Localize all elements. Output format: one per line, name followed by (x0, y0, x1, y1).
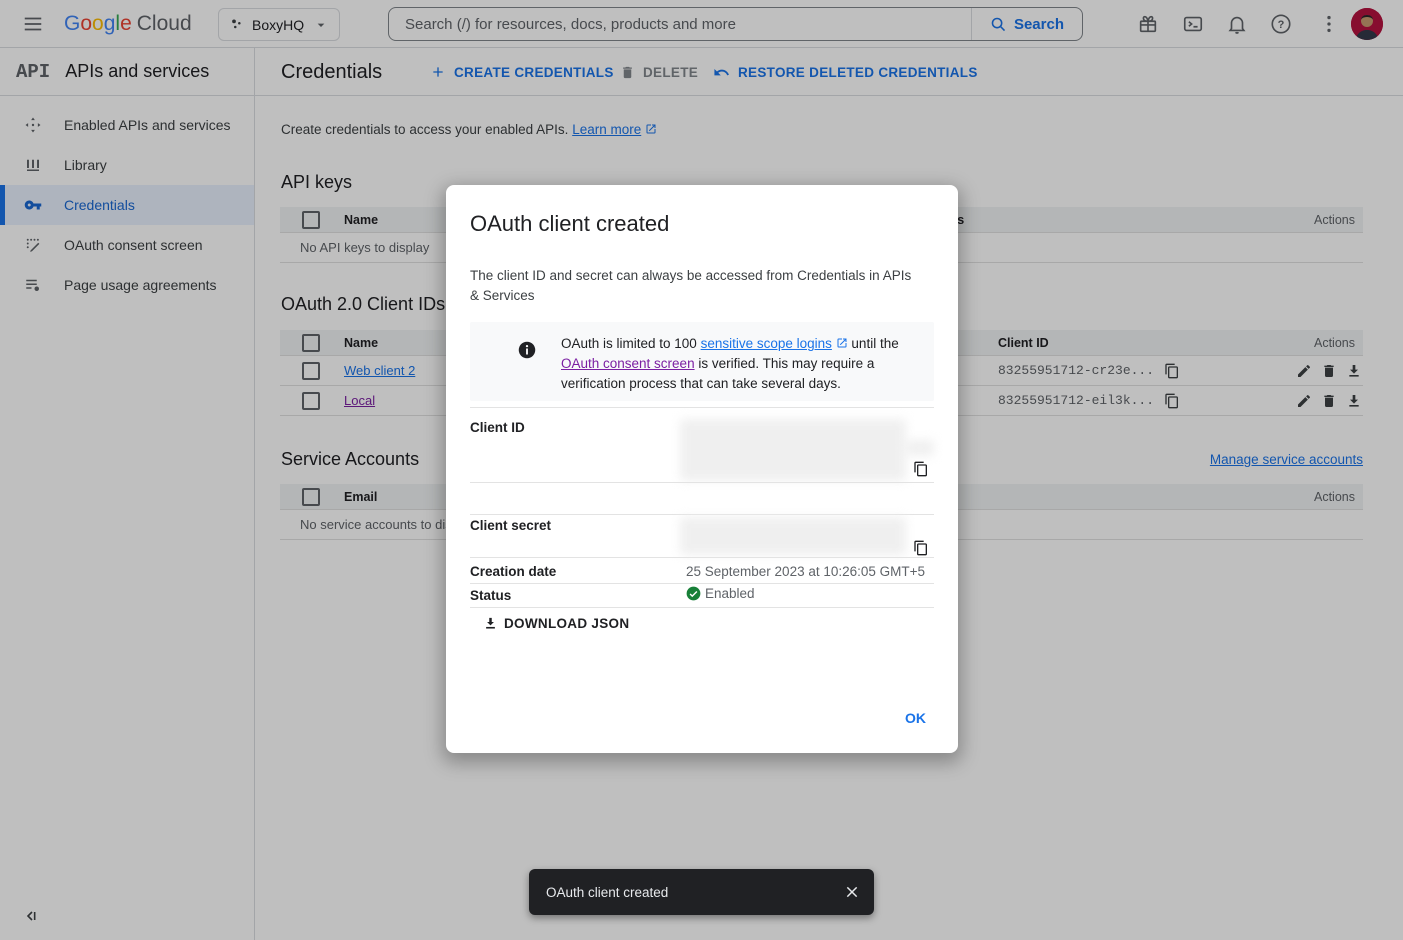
check-circle-icon (686, 586, 701, 601)
sensitive-scope-logins-link[interactable]: sensitive scope logins (701, 336, 832, 351)
client-id-label: Client ID (470, 420, 525, 435)
divider (470, 557, 934, 558)
status-value: Enabled (686, 586, 755, 601)
divider (470, 514, 934, 515)
status-label: Status (470, 588, 511, 603)
divider (470, 607, 934, 608)
dialog-title: OAuth client created (470, 211, 669, 237)
toast-message: OAuth client created (546, 885, 844, 900)
creation-date-value: 25 September 2023 at 10:26:05 GMT+5 (686, 564, 925, 579)
google-cloud-console: GoogleCloud BoxyHQ Search ? (0, 0, 1403, 940)
client-id-redacted-value (680, 419, 906, 481)
info-banner: OAuth is limited to 100 sensitive scope … (470, 322, 934, 401)
toast-snackbar: OAuth client created (529, 869, 874, 915)
copy-client-secret-icon[interactable] (913, 540, 929, 556)
close-icon[interactable] (844, 884, 860, 900)
download-json-button[interactable]: DOWNLOAD JSON (483, 616, 629, 631)
ok-button[interactable]: OK (893, 704, 938, 732)
oauth-client-created-dialog: OAuth client created The client ID and s… (446, 185, 958, 753)
divider (470, 583, 934, 584)
divider (470, 407, 934, 408)
creation-date-label: Creation date (470, 564, 556, 579)
info-icon (518, 341, 536, 359)
external-link-icon (836, 337, 848, 349)
download-icon (483, 616, 498, 631)
client-id-redacted-value (906, 440, 934, 456)
dialog-description: The client ID and secret can always be a… (470, 266, 922, 306)
client-secret-label: Client secret (470, 518, 551, 533)
copy-client-id-icon[interactable] (913, 461, 929, 477)
info-text: OAuth is limited to 100 sensitive scope … (561, 334, 939, 394)
divider (470, 482, 934, 483)
client-secret-redacted-value (680, 517, 906, 555)
oauth-consent-screen-link[interactable]: OAuth consent screen (561, 356, 695, 371)
